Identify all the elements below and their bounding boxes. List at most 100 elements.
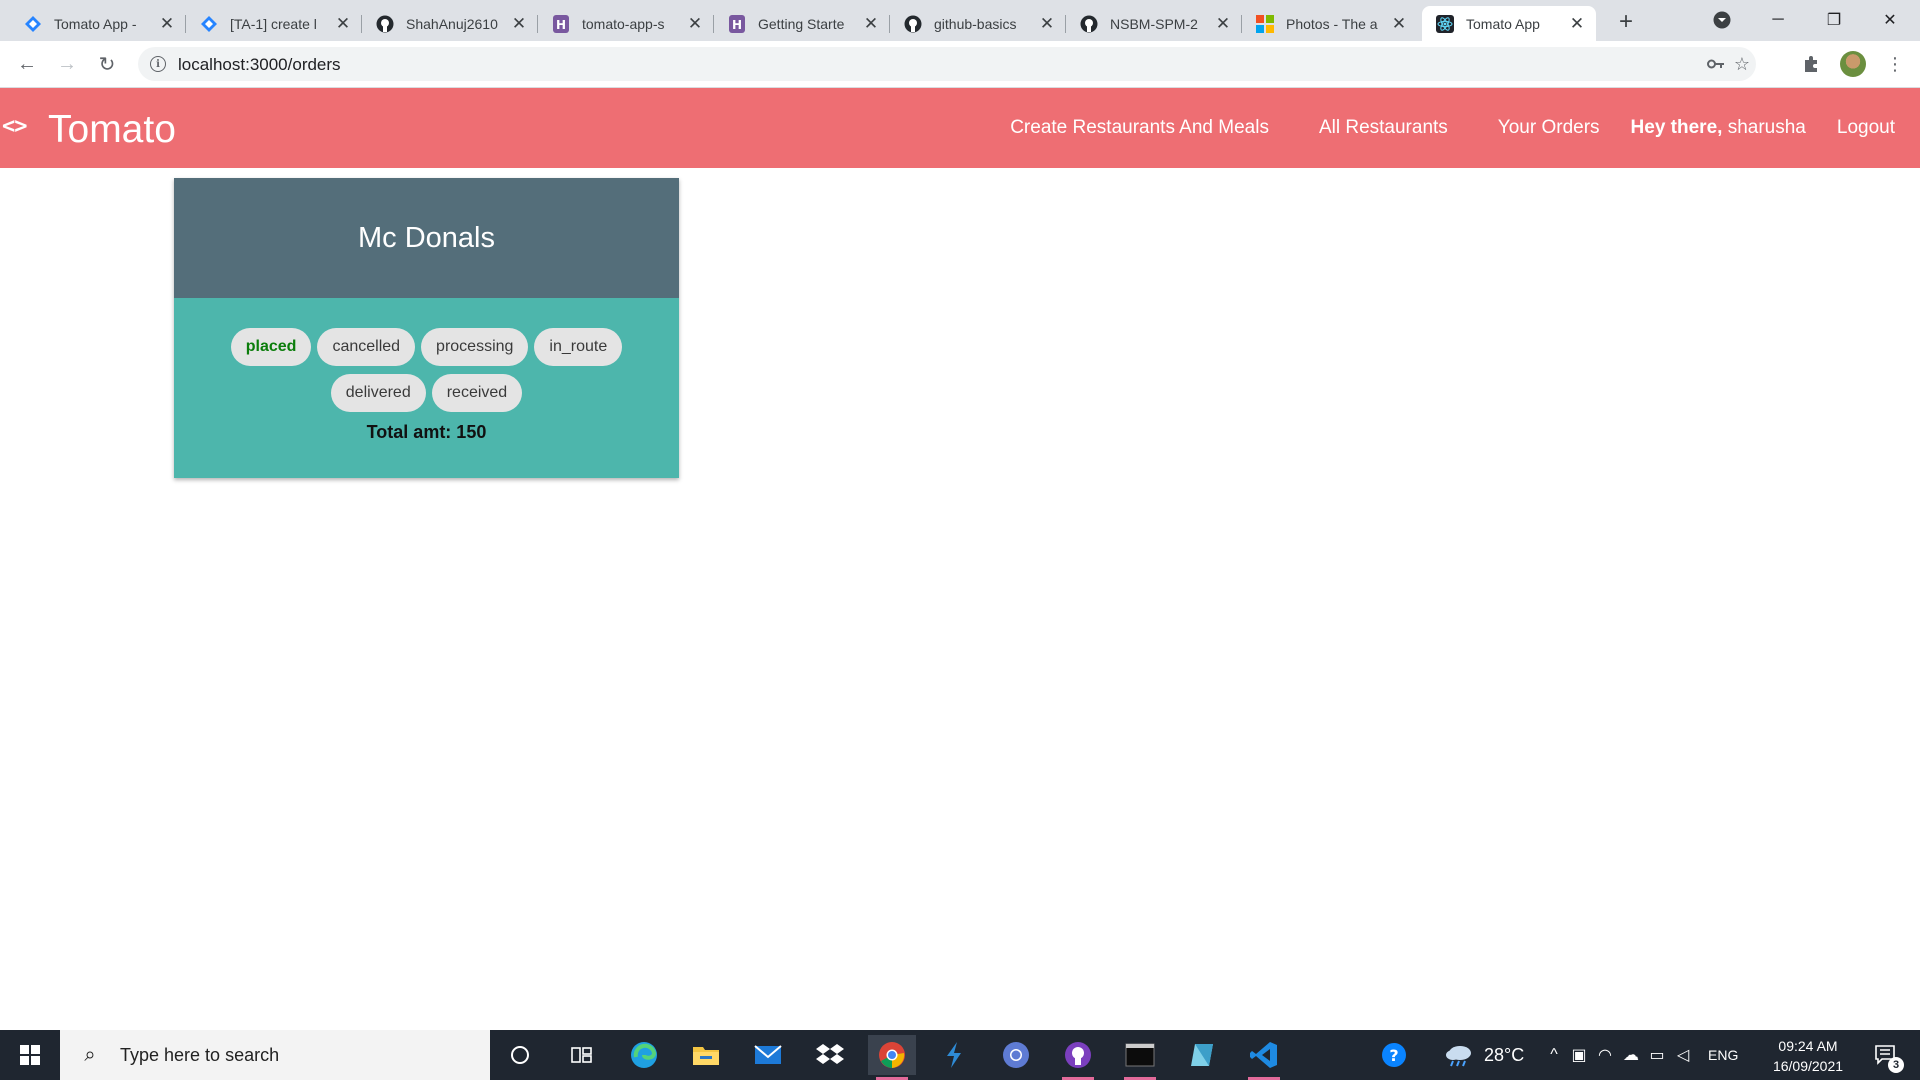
restore-icon: ❐ — [1826, 12, 1842, 29]
close-icon[interactable]: ✕ — [1038, 14, 1056, 33]
profile-button[interactable] — [1838, 49, 1868, 79]
close-icon[interactable]: ✕ — [510, 14, 528, 33]
mail-icon[interactable] — [744, 1035, 792, 1075]
browser-tab[interactable]: ShahAnuj2610 ✕ — [362, 6, 538, 41]
nav-create-restaurants[interactable]: Create Restaurants And Meals — [985, 117, 1294, 139]
tab-title: Getting Starte — [758, 15, 845, 32]
chevron-up-icon[interactable]: ^ — [1542, 1046, 1566, 1064]
minimize-button[interactable]: ─ — [1750, 0, 1806, 40]
browser-tab[interactable]: github-basics ✕ — [890, 6, 1066, 41]
key-icon[interactable] — [1706, 54, 1726, 74]
weather-widget[interactable]: 28°C — [1444, 1030, 1524, 1080]
windows-taskbar: ⌕ Type here to search ? 28°C ^ ▣ ◠ ☁ ▭ ◁… — [0, 1030, 1920, 1080]
nav-your-orders[interactable]: Your Orders — [1473, 117, 1625, 139]
minimize-icon: ─ — [1772, 11, 1784, 28]
info-icon[interactable]: i — [150, 56, 166, 72]
sourcetree-icon[interactable] — [930, 1035, 978, 1075]
volume-icon[interactable]: ◁ — [1670, 1045, 1696, 1065]
microsoft-icon — [1256, 14, 1274, 33]
jira-icon — [24, 15, 42, 33]
chrome-icon[interactable] — [868, 1035, 916, 1080]
github-desktop-icon[interactable] — [1054, 1035, 1102, 1080]
new-tab-button[interactable]: + — [1612, 8, 1640, 36]
arrow-right-icon: → — [57, 52, 77, 75]
github-icon — [904, 15, 922, 33]
browser-tab[interactable]: [TA-1] create l ✕ — [186, 6, 362, 41]
close-icon[interactable]: ✕ — [686, 14, 704, 33]
status-chip-delivered[interactable]: delivered — [330, 374, 426, 412]
browser-tab-strip: Tomato App - ✕ [TA-1] create l ✕ ShahAnu… — [0, 0, 1920, 41]
browser-tab[interactable]: H tomato-app-s ✕ — [538, 6, 714, 41]
forward-button[interactable]: → — [52, 49, 82, 79]
wifi-icon[interactable]: ◠ — [1592, 1045, 1618, 1065]
window-close-button[interactable]: ✕ — [1862, 0, 1918, 40]
reload-button[interactable]: ↻ — [92, 49, 122, 79]
close-icon[interactable]: ✕ — [1214, 14, 1232, 33]
tab-title: github-basics — [934, 15, 1017, 32]
heroku-icon: H — [728, 14, 746, 33]
close-icon: ✕ — [1883, 12, 1897, 29]
help-icon[interactable]: ? — [1370, 1035, 1418, 1075]
url-text[interactable]: localhost:3000/orders — [178, 55, 341, 75]
github-icon — [1080, 15, 1098, 33]
restore-button[interactable]: ❐ — [1806, 0, 1862, 40]
address-bar[interactable]: i localhost:3000/orders ☆ — [138, 47, 1756, 81]
notification-count-badge: 3 — [1888, 1057, 1904, 1073]
close-icon[interactable]: ✕ — [1568, 14, 1586, 33]
rain-cloud-icon — [1446, 1046, 1471, 1067]
clock[interactable]: 09:24 AM 16/09/2021 — [1765, 1036, 1851, 1076]
tab-title: Tomato App - — [54, 15, 137, 32]
status-chip-processing[interactable]: processing — [421, 328, 529, 366]
browser-tab[interactable]: Tomato App - ✕ — [10, 6, 186, 41]
tab-title: Photos - The a — [1286, 15, 1378, 32]
close-icon[interactable]: ✕ — [1390, 14, 1408, 33]
tab-title: Tomato App — [1466, 15, 1540, 32]
notes-app-icon[interactable] — [1178, 1035, 1226, 1075]
task-view-icon[interactable] — [558, 1035, 606, 1075]
taskbar-search-box[interactable]: ⌕ Type here to search — [60, 1030, 490, 1080]
back-button[interactable]: ← — [12, 49, 42, 79]
meet-now-icon[interactable]: ▣ — [1566, 1045, 1592, 1065]
brand-logo[interactable]: Tomato — [48, 108, 176, 152]
start-button[interactable] — [0, 1030, 60, 1080]
svg-text:?: ? — [1389, 1046, 1398, 1065]
vscode-icon[interactable] — [1240, 1035, 1288, 1080]
search-placeholder: Type here to search — [120, 1044, 280, 1065]
status-chip-in-route[interactable]: in_route — [534, 328, 623, 366]
chromium-icon[interactable] — [992, 1035, 1040, 1075]
browser-tab[interactable]: NSBM-SPM-2 ✕ — [1066, 6, 1242, 41]
browser-tab-active[interactable]: Tomato App ✕ — [1422, 6, 1596, 41]
bookmark-star-icon[interactable]: ☆ — [1732, 54, 1752, 74]
browser-tab[interactable]: Photos - The a ✕ — [1242, 6, 1418, 41]
status-chip-placed[interactable]: placed — [230, 328, 312, 366]
tab-title: NSBM-SPM-2 — [1110, 15, 1198, 32]
username: sharusha — [1727, 117, 1806, 138]
svg-text:H: H — [556, 18, 566, 32]
arrow-left-icon: ← — [17, 52, 37, 75]
file-explorer-icon[interactable] — [682, 1035, 730, 1075]
edge-icon[interactable] — [620, 1035, 668, 1075]
tab-title: tomato-app-s — [582, 15, 665, 32]
status-chip-received[interactable]: received — [431, 374, 523, 412]
kebab-menu-icon: ⋮ — [1886, 53, 1904, 74]
browser-menu-button[interactable]: ⋮ — [1880, 49, 1910, 79]
close-icon[interactable]: ✕ — [334, 14, 352, 33]
tab-title: [TA-1] create l — [230, 15, 317, 32]
greeting-label: Hey there, — [1630, 117, 1723, 138]
terminal-icon[interactable] — [1116, 1035, 1164, 1080]
notification-center[interactable]: 3 — [1862, 1035, 1910, 1075]
onedrive-icon[interactable]: ☁ — [1618, 1045, 1644, 1065]
browser-tab[interactable]: H Getting Starte ✕ — [714, 6, 890, 41]
close-icon[interactable]: ✕ — [158, 14, 176, 33]
cortana-icon[interactable] — [496, 1035, 544, 1075]
language-indicator[interactable]: ENG — [1708, 1047, 1738, 1063]
nav-all-restaurants[interactable]: All Restaurants — [1294, 117, 1473, 139]
extensions-button[interactable] — [1796, 49, 1826, 79]
dropbox-icon[interactable] — [806, 1035, 854, 1075]
nav-logout[interactable]: Logout — [1812, 117, 1920, 139]
close-icon[interactable]: ✕ — [862, 14, 880, 33]
tab-search-button[interactable] — [1694, 0, 1750, 40]
battery-icon[interactable]: ▭ — [1644, 1045, 1670, 1065]
status-chip-cancelled[interactable]: cancelled — [317, 328, 416, 366]
search-icon: ⌕ — [84, 1043, 96, 1066]
